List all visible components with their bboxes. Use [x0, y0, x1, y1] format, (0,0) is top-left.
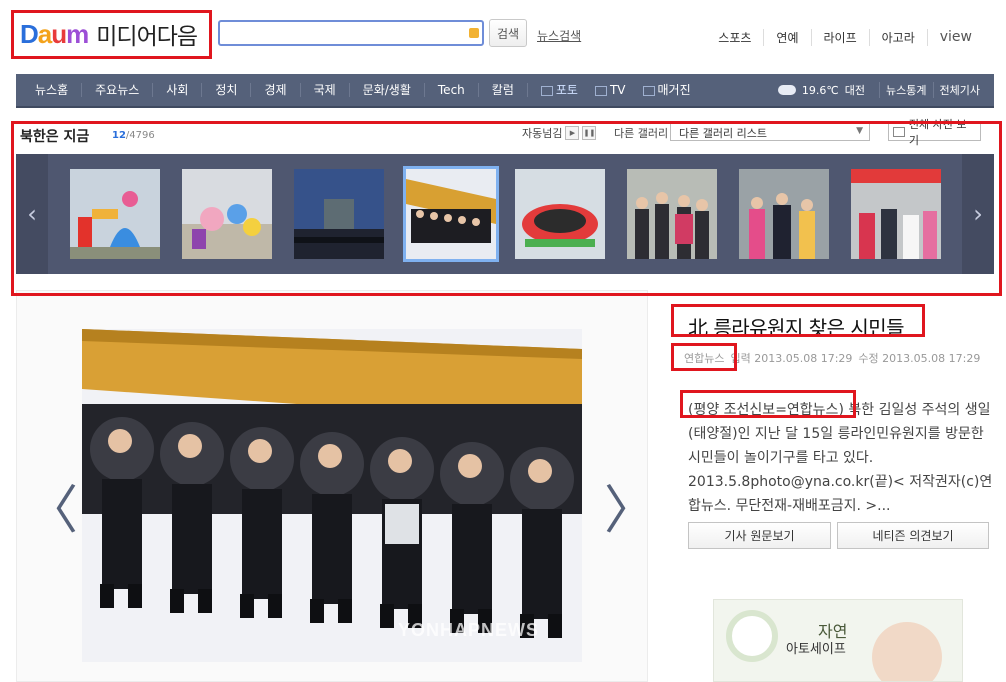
autoplay-control: 자동넘김 ▶ ❚❚: [522, 126, 597, 140]
pause-icon[interactable]: ❚❚: [582, 126, 597, 140]
flower-icon: [726, 610, 778, 662]
nav-item-top-news[interactable]: 주요뉴스: [81, 83, 152, 97]
nav-item-column[interactable]: 칼럼: [477, 83, 527, 97]
other-gallery-label: 다른 갤러리: [614, 127, 669, 140]
all-articles-link[interactable]: 전체기사: [932, 82, 986, 98]
photo-prev-button[interactable]: 〈: [26, 468, 78, 543]
article-input-time: 입력 2013.05.08 17:29: [730, 352, 853, 365]
nav-item-photo[interactable]: 포토: [526, 83, 591, 97]
nav-item-international[interactable]: 국제: [299, 83, 349, 97]
search-button[interactable]: 검색: [489, 19, 527, 47]
play-icon[interactable]: ▶: [565, 126, 580, 140]
thumbnail[interactable]: [515, 169, 605, 259]
strip-next-button[interactable]: ›: [962, 154, 994, 274]
daum-logo[interactable]: Daum 미디어다음: [14, 12, 210, 56]
strip-prev-button[interactable]: ‹: [16, 154, 48, 274]
nav-item-culture[interactable]: 문화/생활: [348, 83, 424, 97]
nav-item-news-home[interactable]: 뉴스홈: [22, 83, 81, 97]
tv-icon: [594, 85, 607, 96]
weather-temp: 19.6℃: [801, 83, 839, 97]
ad-model-image: [872, 622, 942, 681]
gallery-select[interactable]: 다른 갤러리 리스트 ▼: [670, 122, 870, 141]
photo-watermark: YONHAPNEWS: [398, 620, 540, 640]
camera-icon: [540, 85, 553, 96]
nav-item-magazine[interactable]: 매거진: [639, 83, 704, 97]
service-name: 미디어다음: [96, 24, 198, 50]
thumbnail-strip: ‹ ›: [16, 154, 994, 274]
top-link-sports[interactable]: 스포츠: [706, 29, 763, 46]
nav-item-tv[interactable]: TV: [591, 83, 639, 97]
nav-item-tech[interactable]: Tech: [423, 83, 478, 97]
search-dropdown-icon[interactable]: [469, 28, 479, 38]
advertisement-banner[interactable]: 자연 아토세이프: [713, 599, 963, 682]
thumbnail-selected[interactable]: [403, 166, 499, 262]
all-photos-button[interactable]: 전체 사진 보기: [888, 118, 981, 147]
article-title: 北 릉라유원지 찾은 시민들: [688, 316, 905, 340]
gallery-title: 북한은 지금: [20, 129, 90, 145]
article-meta: 연합뉴스 입력 2013.05.08 17:29 수정 2013.05.08 1…: [684, 350, 986, 366]
photo-next-button[interactable]: 〉: [604, 468, 656, 543]
top-link-entertainment[interactable]: 연예: [763, 29, 810, 46]
daum-wordmark: Daum: [20, 18, 89, 49]
thumbnail[interactable]: [739, 169, 829, 259]
view-original-button[interactable]: 기사 원문보기: [688, 522, 831, 549]
top-link-agora[interactable]: 아고라: [868, 29, 927, 46]
chevron-down-icon: ▼: [856, 126, 863, 136]
thumbnail[interactable]: [182, 169, 272, 259]
thumbnail[interactable]: [627, 169, 717, 259]
thumbnail[interactable]: [851, 169, 941, 259]
search-input[interactable]: [218, 20, 484, 46]
weather-city-select[interactable]: 대전: [845, 82, 865, 98]
magazine-icon: [642, 85, 655, 96]
top-link-view[interactable]: view: [926, 29, 984, 46]
main-photo: [82, 329, 582, 662]
news-stats-link[interactable]: 뉴스통계: [879, 82, 932, 98]
nav-item-society[interactable]: 사회: [152, 83, 201, 97]
ad-brand: 아토세이프: [786, 642, 846, 657]
top-link-life[interactable]: 라이프: [810, 29, 869, 46]
main-nav: 뉴스홈 주요뉴스 사회 정치 경제 국제 문화/생활 Tech 칼럼 포토 TV…: [16, 74, 994, 108]
grid-icon: [893, 126, 905, 137]
thumbnail[interactable]: [294, 169, 384, 259]
gallery-counter: 12/4796: [112, 130, 155, 141]
nav-item-politics[interactable]: 정치: [201, 83, 250, 97]
top-links: 스포츠 연예 라이프 아고라 view: [706, 29, 984, 46]
thumbnail[interactable]: [70, 169, 160, 259]
article-byline: (평양 조선신보=연합뉴스): [688, 402, 844, 418]
view-comments-button[interactable]: 네티즌 의견보기: [837, 522, 989, 549]
article-body: (평양 조선신보=연합뉴스) 북한 김일성 주석의 생일(태양절)인 지난 달 …: [688, 402, 993, 514]
news-search-link[interactable]: 뉴스검색: [537, 27, 581, 44]
article-edit-time: 수정 2013.05.08 17:29: [858, 352, 981, 365]
cloud-icon: [777, 85, 796, 95]
nav-item-economy[interactable]: 경제: [250, 83, 299, 97]
article-source[interactable]: 연합뉴스: [684, 350, 724, 366]
